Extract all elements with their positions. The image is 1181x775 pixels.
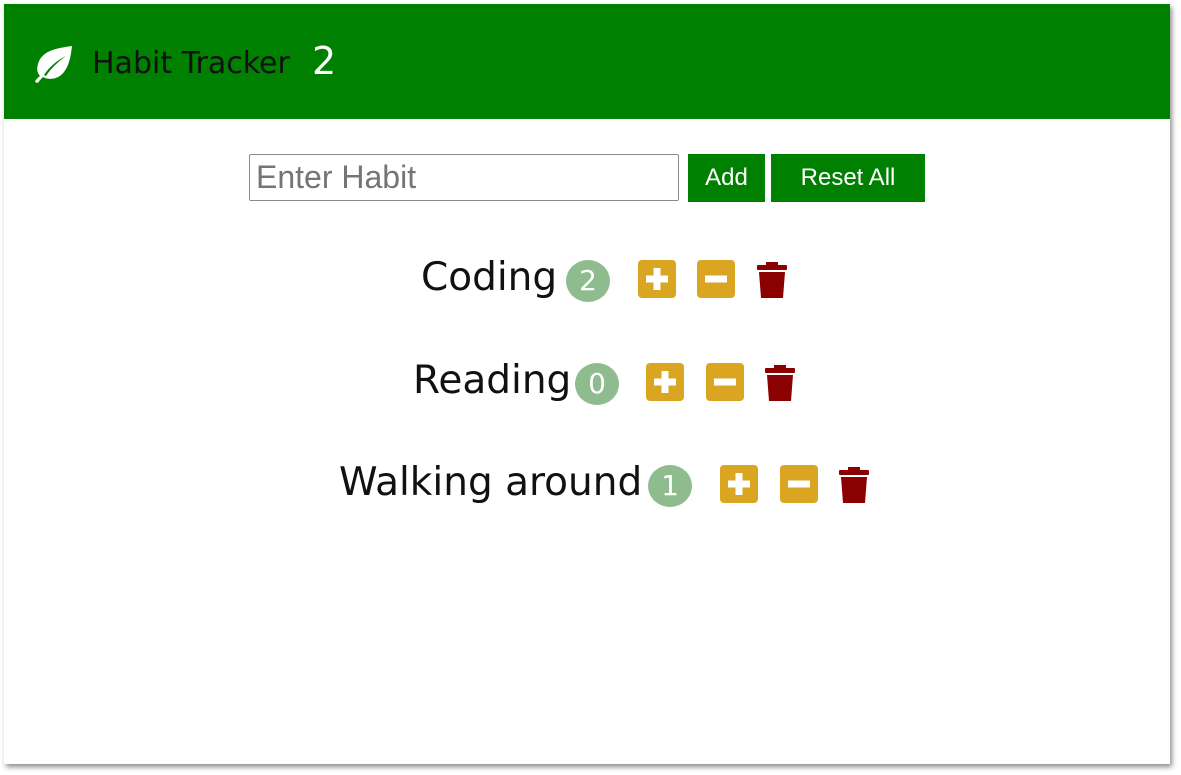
trash-icon[interactable] — [755, 260, 789, 300]
trash-icon[interactable] — [763, 363, 797, 403]
habit-name: Reading — [413, 358, 572, 403]
plus-square-icon[interactable] — [638, 260, 676, 298]
habit-row: Reading 0 — [4, 351, 1170, 411]
minus-square-icon[interactable] — [780, 465, 818, 503]
app-window: Habit Tracker 2 Add Reset All Coding 2 R… — [4, 4, 1170, 764]
navbar: Habit Tracker 2 — [4, 4, 1170, 119]
habit-input[interactable] — [249, 154, 679, 201]
habit-row: Walking around 1 — [4, 453, 1170, 513]
plus-square-icon[interactable] — [720, 465, 758, 503]
minus-square-icon[interactable] — [706, 363, 744, 401]
habit-name: Coding — [421, 255, 558, 300]
habit-count-badge: 2 — [566, 260, 610, 302]
add-button[interactable]: Add — [688, 154, 765, 202]
plus-square-icon[interactable] — [646, 363, 684, 401]
leaf-icon — [32, 44, 76, 84]
app-title: Habit Tracker — [92, 46, 290, 81]
habit-name: Walking around — [339, 460, 643, 505]
total-count: 2 — [312, 39, 337, 83]
habit-row: Coding 2 — [4, 248, 1170, 308]
minus-square-icon[interactable] — [697, 260, 735, 298]
trash-icon[interactable] — [837, 465, 871, 505]
habit-count-badge: 0 — [575, 363, 619, 405]
reset-all-button[interactable]: Reset All — [771, 154, 925, 202]
habit-count-badge: 1 — [648, 465, 692, 507]
